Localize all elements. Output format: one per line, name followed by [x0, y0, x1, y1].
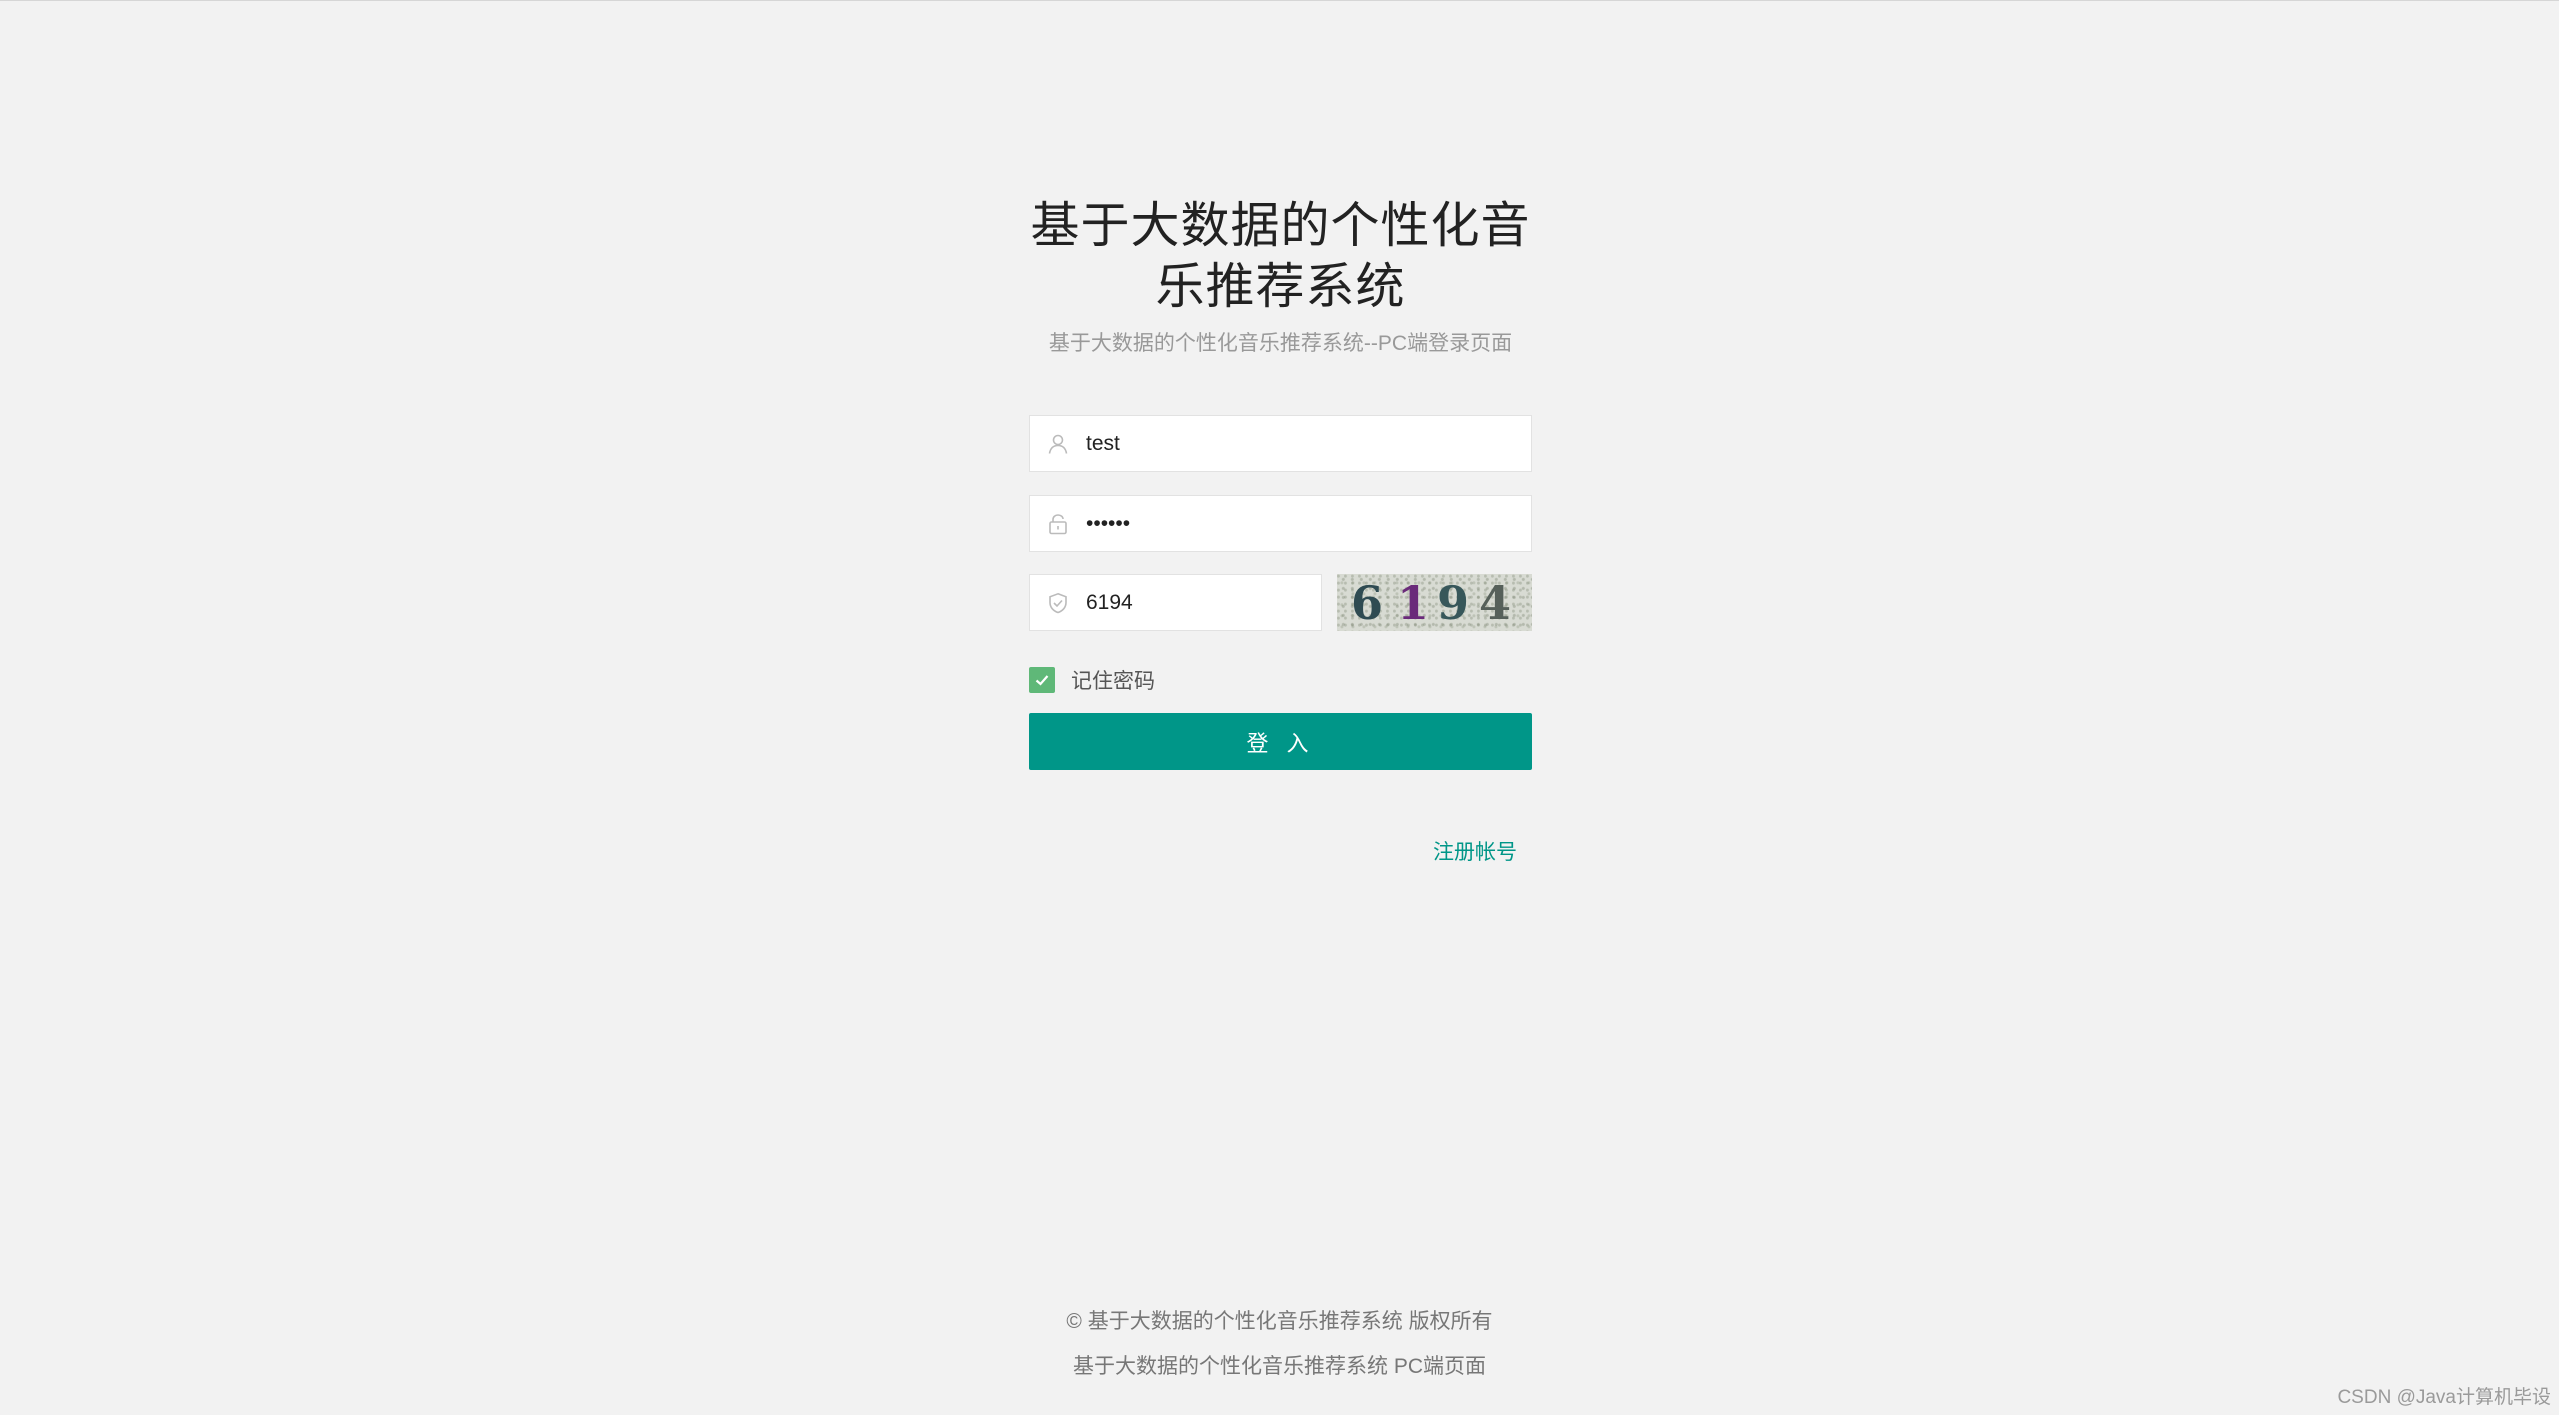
remember-password: 记住密码: [1029, 666, 1532, 694]
register-row: 注册帐号: [1029, 836, 1532, 866]
shield-check-icon: [1047, 592, 1069, 614]
footer-copyright: © 基于大数据的个性化音乐推荐系统 版权所有: [1066, 1310, 1493, 1333]
remember-label: 记住密码: [1071, 670, 1155, 693]
footer-subline: 基于大数据的个性化音乐推荐系统 PC端页面: [1072, 1355, 1486, 1378]
user-icon: [1047, 433, 1069, 455]
remember-checkbox[interactable]: [1029, 667, 1055, 693]
lock-icon: [1047, 513, 1069, 535]
captcha-digit: 9: [1437, 576, 1469, 630]
captcha-digit: 4: [1479, 576, 1511, 630]
username-field[interactable]: [1029, 415, 1532, 472]
login-page: 基于大数据的个性化音乐推荐系统 基于大数据的个性化音乐推荐系统--PC端登录页面: [0, 0, 2559, 1415]
watermark: CSDN @Java计算机毕设: [2337, 1387, 2551, 1408]
password-input[interactable]: [1086, 496, 1517, 551]
captcha-input[interactable]: [1086, 575, 1307, 630]
captcha-row: 6 1 9 4: [1029, 574, 1532, 631]
page-title: 基于大数据的个性化音乐推荐系统: [1030, 199, 1531, 314]
captcha-digit: 6: [1351, 576, 1383, 630]
captcha-image[interactable]: 6 1 9 4: [1337, 574, 1532, 631]
login-form: 基于大数据的个性化音乐推荐系统 基于大数据的个性化音乐推荐系统--PC端登录页面: [1029, 196, 1532, 866]
captcha-field[interactable]: [1029, 574, 1322, 631]
register-link[interactable]: 注册帐号: [1433, 841, 1517, 864]
login-button[interactable]: 登 入: [1029, 713, 1532, 770]
page-subtitle: 基于大数据的个性化音乐推荐系统--PC端登录页面: [1048, 332, 1513, 355]
captcha-digit: 1: [1397, 576, 1429, 630]
username-input[interactable]: [1086, 416, 1517, 471]
password-field[interactable]: [1029, 495, 1532, 552]
checkmark-icon: [1035, 675, 1049, 686]
